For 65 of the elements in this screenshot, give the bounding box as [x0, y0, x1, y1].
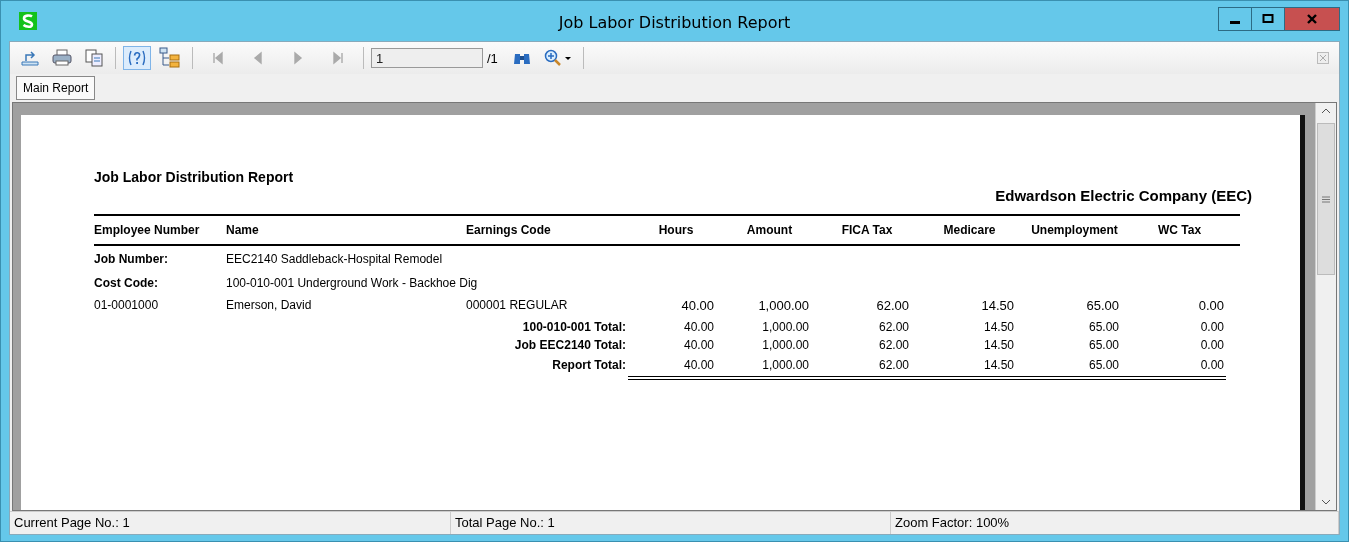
table-cell-text: 01-0001000 — [94, 298, 160, 312]
table-cell-text: 62.00 — [877, 358, 910, 372]
table-cell-text: 65.00 — [1087, 338, 1120, 352]
table-cell-text: 1,000.00 — [761, 338, 810, 352]
table-cell-text: 65.00 — [1085, 297, 1120, 313]
table-cell-text: 40.00 — [680, 297, 715, 313]
total-label: 100-010-001 Total: — [521, 320, 627, 334]
help-icon[interactable] — [123, 46, 151, 70]
scroll-up-icon[interactable] — [1321, 107, 1331, 115]
column-header: Employee Number — [94, 223, 201, 237]
table-cell-text: 1,000.00 — [761, 358, 810, 372]
report-tab[interactable]: Main Report — [16, 76, 96, 100]
minimize-icon — [1230, 21, 1240, 24]
group-value: 100-010-001 Underground Work - Backhoe Dig — [226, 276, 479, 290]
total-label: Report Total: — [551, 358, 627, 372]
table-cell-text: 14.50 — [982, 320, 1015, 334]
table-cell-text: 62.00 — [875, 297, 910, 313]
grip-icon — [1322, 195, 1330, 203]
window-title: Job Labor Distribution Report — [558, 13, 791, 32]
column-header: Amount — [745, 223, 794, 237]
group-label: Cost Code: — [94, 276, 159, 290]
group-value: EEC2140 Saddleback-Hospital Remodel — [226, 252, 444, 266]
close-button[interactable] — [1284, 7, 1340, 31]
minimize-button[interactable] — [1218, 7, 1252, 31]
status-text: Zoom Factor: 100% — [891, 512, 1339, 534]
table-cell-text: 14.50 — [980, 297, 1015, 313]
table-cell-text: 40.00 — [682, 320, 715, 334]
total-label: Job EEC2140 Total: — [513, 338, 627, 352]
column-header: Earnings Code — [466, 223, 552, 237]
group-label: Job Number: — [94, 252, 169, 266]
company-name: Edwardson Electric Company (EEC) — [994, 187, 1253, 204]
table-cell-text: 0.00 — [1199, 320, 1225, 334]
table-cell-text: 62.00 — [877, 320, 910, 334]
page-count: /1 — [487, 50, 498, 66]
table-cell-text: 62.00 — [877, 338, 910, 352]
table-cell-text: 40.00 — [682, 358, 715, 372]
column-header: Hours — [657, 223, 695, 237]
table-cell-text: 0.00 — [1199, 338, 1225, 352]
table-cell-text: 14.50 — [982, 338, 1015, 352]
scroll-thumb[interactable] — [1317, 123, 1335, 275]
column-header: FICA Tax — [840, 223, 894, 237]
vertical-scrollbar[interactable] — [1315, 103, 1336, 510]
status-text: Current Page No.: 1 — [10, 512, 451, 534]
maximize-icon — [1262, 13, 1274, 25]
close-icon — [1306, 13, 1318, 25]
maximize-button[interactable] — [1251, 7, 1285, 31]
table-cell-text: Emerson, David — [226, 298, 313, 312]
column-header: Name — [226, 223, 260, 237]
report-title: Job Labor Distribution Report — [94, 169, 295, 185]
table-cell-text: 000001 REGULAR — [466, 298, 569, 312]
status-text: Total Page No.: 1 — [451, 512, 891, 534]
table-cell-text: 14.50 — [982, 358, 1015, 372]
table-cell-text: 40.00 — [682, 338, 715, 352]
column-header: WC Tax — [1156, 223, 1203, 237]
table-cell-text: 0.00 — [1197, 297, 1225, 313]
column-header: Medicare — [942, 223, 997, 237]
scroll-down-icon[interactable] — [1321, 498, 1331, 506]
column-header: Unemployment — [1030, 223, 1119, 237]
table-cell-text: 1,000.00 — [757, 297, 810, 313]
table-cell-text: 1,000.00 — [761, 320, 810, 334]
table-cell-text: 0.00 — [1199, 358, 1225, 372]
table-cell-text: 65.00 — [1087, 320, 1120, 334]
page-number-field[interactable]: 1 — [371, 48, 483, 68]
table-cell-text: 65.00 — [1087, 358, 1120, 372]
app-logo-icon — [19, 12, 37, 30]
